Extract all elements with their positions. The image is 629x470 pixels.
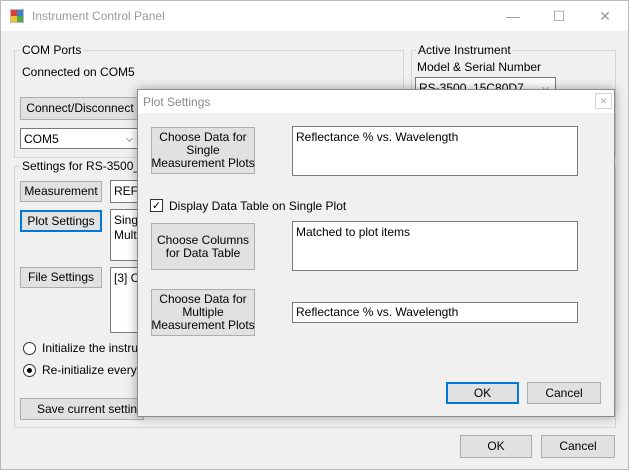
plot-settings-button[interactable]: Plot Settings — [20, 210, 102, 232]
active-instrument-label: Active Instrument — [416, 43, 513, 57]
multiple-plot-data-field[interactable]: Reflectance % vs. Wavelength — [292, 302, 578, 323]
settings-label: Settings for RS-3500_15 — [20, 159, 156, 173]
maximize-icon: ☐ — [552, 7, 566, 24]
title-bar: Instrument Control Panel — ☐ ✕ — [1, 1, 628, 31]
minimize-button[interactable]: — — [490, 1, 536, 31]
connect-disconnect-button[interactable]: Connect/Disconnect — [20, 97, 140, 120]
choose-columns-button[interactable]: Choose Columns for Data Table — [151, 223, 255, 270]
plot-settings-dialog: Plot Settings ✕ Choose Data for Single M… — [137, 89, 615, 417]
choose-single-data-button[interactable]: Choose Data for Single Measurement Plots — [151, 127, 255, 174]
display-table-checkbox[interactable]: ✓ — [150, 199, 163, 212]
close-button[interactable]: ✕ — [582, 1, 628, 31]
cancel-button[interactable]: Cancel — [541, 435, 615, 458]
columns-btn-line1: Choose Columns — [156, 232, 250, 247]
save-settings-button[interactable]: Save current settings — [20, 398, 150, 420]
dialog-title-bar: Plot Settings ✕ — [138, 90, 614, 113]
close-icon: ✕ — [599, 7, 611, 24]
dialog-ok-button[interactable]: OK — [446, 382, 519, 404]
app-icon — [9, 8, 25, 24]
data-table-columns-field[interactable]: Matched to plot items — [292, 221, 578, 271]
initialize-radio[interactable] — [23, 342, 36, 355]
maximize-button[interactable]: ☐ — [536, 1, 582, 31]
dialog-cancel-button[interactable]: Cancel — [527, 382, 601, 404]
connection-status: Connected on COM5 — [22, 65, 135, 79]
display-table-label: Display Data Table on Single Plot — [169, 199, 347, 213]
dialog-title: Plot Settings — [143, 95, 211, 109]
dialog-close-button[interactable]: ✕ — [595, 93, 612, 109]
choose-multiple-data-button[interactable]: Choose Data for Multiple Measurement Plo… — [151, 289, 255, 336]
chevron-down-icon: ⌵ — [126, 133, 133, 143]
ok-button[interactable]: OK — [460, 435, 532, 458]
model-serial-label: Model & Serial Number — [417, 60, 542, 74]
measurement-button[interactable]: Measurement — [20, 181, 102, 202]
com-ports-label: COM Ports — [20, 43, 84, 57]
file-settings-button[interactable]: File Settings — [20, 267, 102, 288]
reinitialize-radio[interactable] — [23, 364, 36, 377]
close-icon: ✕ — [599, 95, 608, 106]
single-btn-line3: Measurement Plots — [151, 156, 255, 170]
multiple-btn-line3: Measurement Plots — [151, 318, 255, 332]
minimize-icon: — — [506, 8, 520, 24]
single-plot-data-field[interactable]: Reflectance % vs. Wavelength — [292, 126, 578, 176]
columns-btn-line2: for Data Table — [165, 245, 241, 260]
com-port-value: COM5 — [24, 131, 59, 146]
com-port-select[interactable]: COM5 ⌵ — [20, 128, 140, 149]
window-title: Instrument Control Panel — [32, 9, 165, 23]
